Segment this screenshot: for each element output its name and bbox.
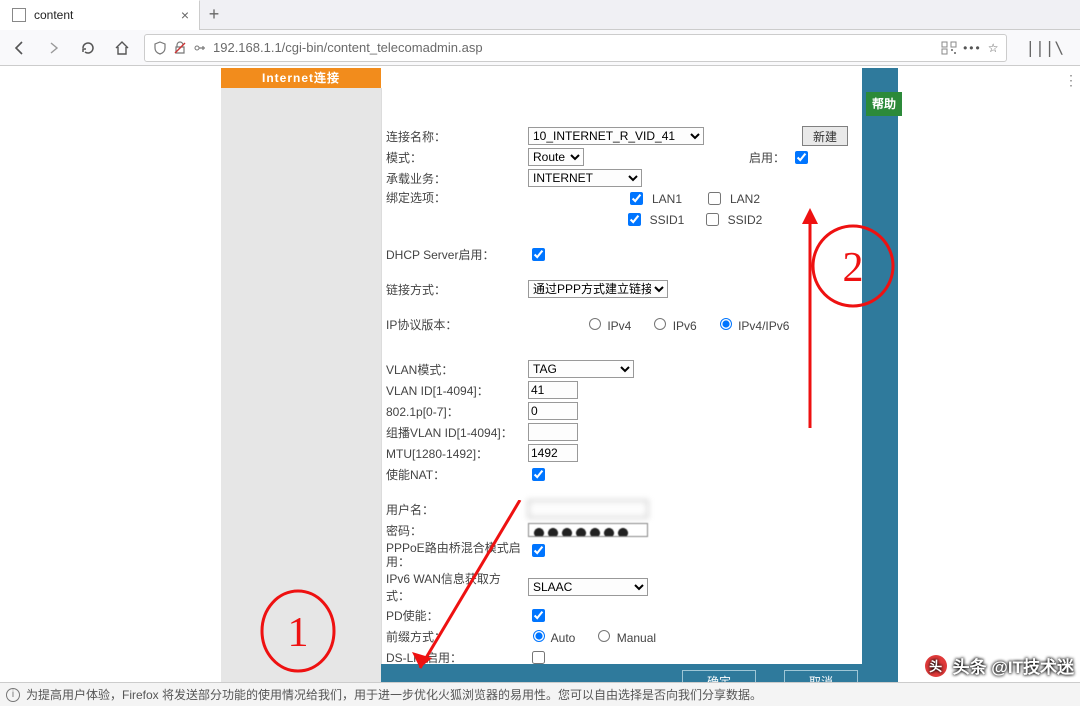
label-v6wan: IPv6 WAN信息获取方式： [386, 570, 528, 604]
select-service[interactable]: INTERNET [528, 169, 642, 187]
label-link: 链接方式： [386, 281, 528, 298]
sidebar-header: Internet连接 [221, 68, 381, 88]
label-ssid1: SSID1 [650, 213, 696, 227]
no-lock-icon [173, 41, 187, 55]
select-link[interactable]: 通过PPP方式建立链接 [528, 280, 668, 298]
input-user[interactable] [528, 500, 648, 518]
label-mode: 模式： [386, 149, 528, 166]
input-vlanid[interactable] [528, 381, 578, 399]
radio-ipv4-wrap[interactable]: IPv4 [584, 315, 631, 333]
tab-strip: content × + [0, 0, 1080, 30]
label-enable: 启用： [749, 149, 785, 166]
new-button[interactable]: 新建 [802, 126, 848, 146]
select-vlanmode[interactable]: TAG [528, 360, 634, 378]
browser-tab[interactable]: content × [0, 0, 200, 30]
checkbox-pd[interactable] [532, 609, 545, 622]
label-dhcp: DHCP Server启用： [386, 246, 528, 263]
watermark: 头 头条 @IT技术迷 [925, 653, 1074, 678]
browser-chrome: content × + 192.168.1.1/cgi-bin/content_… [0, 0, 1080, 66]
tab-title: content [34, 8, 173, 22]
url-bar[interactable]: 192.168.1.1/cgi-bin/content_telecomadmin… [144, 34, 1007, 62]
nav-home-button[interactable] [110, 36, 134, 60]
checkbox-lan1[interactable] [630, 192, 643, 205]
more-icon[interactable]: ••• [963, 41, 982, 55]
label-dslite: DS-Lite启用： [386, 649, 528, 666]
new-tab-button[interactable]: + [200, 4, 228, 25]
nav-back-button[interactable] [8, 36, 32, 60]
label-lan1: LAN1 [652, 192, 698, 206]
label-lan2: LAN2 [730, 192, 760, 206]
checkbox-pppoe[interactable] [532, 544, 545, 557]
label-bind: 绑定选项： [386, 189, 528, 206]
checkbox-dhcp[interactable] [532, 248, 545, 261]
url-text: 192.168.1.1/cgi-bin/content_telecomadmin… [213, 40, 935, 55]
nav-forward-button[interactable] [42, 36, 66, 60]
label-vlanmode: VLAN模式： [386, 361, 528, 378]
toolbar-right: |||\ [1017, 38, 1072, 57]
label-8021p: 802.1p[0-7]： [386, 403, 528, 420]
checkbox-enable[interactable] [795, 151, 808, 164]
checkbox-lan2[interactable] [708, 192, 721, 205]
label-prefix: 前缀方式： [386, 628, 528, 645]
form-panel: 连接名称： 10_INTERNET_R_VID_41 新建 模式： Route … [381, 88, 862, 664]
input-8021p[interactable] [528, 402, 578, 420]
help-button[interactable]: 帮助 [866, 92, 902, 116]
select-v6wan[interactable]: SLAAC [528, 578, 648, 596]
label-nat: 使能NAT： [386, 466, 528, 483]
watermark-logo-icon: 头 [925, 655, 947, 677]
bookmark-star-icon[interactable]: ☆ [988, 41, 999, 55]
radio-manual-wrap[interactable]: Manual [593, 627, 656, 645]
favicon-icon [12, 8, 26, 22]
label-pppoe: PPPoE路由桥混合模式启用： [386, 541, 528, 569]
watermark-text: 头条 @IT技术迷 [953, 653, 1074, 678]
checkbox-ssid1[interactable] [628, 213, 641, 226]
nav-toolbar: 192.168.1.1/cgi-bin/content_telecomadmin… [0, 30, 1080, 66]
radio-ipv6-wrap[interactable]: IPv6 [649, 315, 696, 333]
label-conn-name: 连接名称： [386, 128, 528, 145]
label-ssid2: SSID2 [728, 213, 763, 227]
label-user: 用户名： [386, 501, 528, 518]
input-mcvlan[interactable] [528, 423, 578, 441]
permission-icon [193, 41, 207, 55]
radio-ipboth-wrap[interactable]: IPv4/IPv6 [715, 315, 790, 333]
library-icon[interactable]: |||\ [1025, 38, 1064, 57]
label-pwd: 密码： [386, 522, 528, 539]
label-service: 承载业务： [386, 170, 528, 187]
label-ipver: IP协议版本： [386, 316, 528, 333]
radio-auto-wrap[interactable]: Auto [528, 627, 575, 645]
close-tab-icon[interactable]: × [181, 7, 189, 23]
label-mtu: MTU[1280-1492]： [386, 445, 528, 462]
nav-reload-button[interactable] [76, 36, 100, 60]
page-body: Internet连接 帮助 连接名称： 10_INTERNET_R_VID_41… [0, 66, 1080, 706]
checkbox-nat[interactable] [532, 468, 545, 481]
sidebar: Internet连接 [221, 68, 381, 664]
info-icon: i [6, 688, 20, 702]
select-conn-name[interactable]: 10_INTERNET_R_VID_41 [528, 127, 704, 145]
checkbox-dslite[interactable] [532, 651, 545, 664]
input-mtu[interactable] [528, 444, 578, 462]
info-bar-text: 为提高用户体验，Firefox 将发送部分功能的使用情况给我们，用于进一步优化火… [26, 686, 762, 703]
firefox-info-bar: i 为提高用户体验，Firefox 将发送部分功能的使用情况给我们，用于进一步优… [0, 682, 1080, 706]
shield-icon [153, 41, 167, 55]
checkbox-ssid2[interactable] [706, 213, 719, 226]
label-vlanid: VLAN ID[1-4094]： [386, 382, 528, 399]
qr-icon[interactable] [941, 41, 957, 55]
label-mcvlan: 组播VLAN ID[1-4094]： [386, 424, 528, 441]
select-mode[interactable]: Route [528, 148, 584, 166]
label-pd: PD使能： [386, 607, 528, 624]
input-password[interactable] [528, 523, 648, 537]
right-column [862, 68, 898, 664]
